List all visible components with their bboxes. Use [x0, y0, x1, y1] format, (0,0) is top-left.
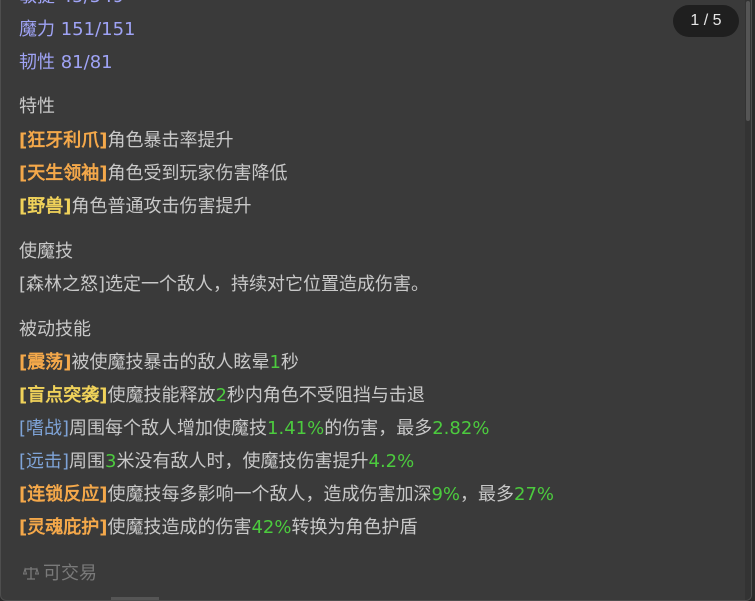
scrollbar-thumb[interactable] — [746, 1, 750, 121]
trait-tag: [狂牙利爪] — [19, 130, 108, 151]
page-counter-badge: 1 / 5 — [673, 5, 739, 37]
passive-value: 9% — [431, 484, 461, 505]
passive-row: [震荡]被使魔技暴击的敌人眩晕1秒 — [19, 352, 299, 376]
trait-tag: [天生领袖] — [19, 163, 108, 184]
passive-text: 使魔技每多影响一个敌人，造成伤害加深 — [107, 484, 432, 505]
passive-value: 42% — [251, 517, 292, 538]
passive-text: 米没有敌人时，使魔技伤害提升 — [116, 451, 369, 472]
passive-tag: [连锁反应] — [19, 484, 108, 505]
passive-text: 周围 — [69, 451, 106, 472]
scrollbar-track[interactable] — [745, 0, 751, 600]
passive-text: ，最多 — [460, 484, 515, 505]
passive-text: 秒 — [280, 352, 299, 373]
passive-value: 4.2% — [368, 451, 415, 472]
bottom-indicator — [111, 597, 159, 600]
scale-icon — [23, 567, 39, 580]
passive-text: 使魔技造成的伤害 — [107, 517, 252, 538]
passive-row: [远击]周围3米没有敌人时，使魔技伤害提升4.2% — [19, 451, 414, 475]
passive-value: 3 — [105, 451, 117, 472]
passive-text: 被使魔技暴击的敌人眩晕 — [71, 352, 270, 373]
passive-value: 1 — [269, 352, 281, 373]
passive-tag: [震荡] — [19, 352, 72, 373]
traits-heading: 特性 — [19, 96, 55, 117]
passive-text: 周围每个敌人增加使魔技 — [69, 418, 268, 439]
stat-mana: 魔力 151/151 — [19, 19, 136, 40]
passive-value: 1.41% — [267, 418, 325, 439]
passive-text: 转换为角色护盾 — [291, 517, 418, 538]
stat-toughness: 韧性 81/81 — [19, 52, 113, 73]
passive-text: 的伤害，最多 — [324, 418, 433, 439]
skill-row: [森林之怒]选定一个敌人，持续对它位置造成伤害。 — [19, 274, 429, 298]
trait-row: [天生领袖]角色受到玩家伤害降低 — [19, 163, 287, 187]
passive-text: 秒内角色不受阻挡与击退 — [226, 385, 425, 406]
passive-value: 2 — [215, 385, 227, 406]
skill-tag: [森林之怒] — [19, 274, 106, 295]
trait-row: [狂牙利爪]角色暴击率提升 — [19, 130, 233, 154]
trait-desc: 角色暴击率提升 — [107, 130, 234, 151]
skill-heading: 使魔技 — [19, 241, 73, 262]
trait-tag: [野兽] — [19, 196, 72, 217]
passive-tag: [远击] — [19, 451, 70, 472]
trait-desc: 角色受到玩家伤害降低 — [107, 163, 288, 184]
tradeable-label: 可交易 — [23, 563, 97, 587]
passive-tag: [灵魂庇护] — [19, 517, 108, 538]
passive-row: [盲点突袭]使魔技能释放2秒内角色不受阻挡与击退 — [19, 385, 425, 409]
stat-agility: 敏捷 45/549 — [19, 0, 124, 10]
passive-row: [连锁反应]使魔技每多影响一个敌人，造成伤害加深9%，最多27% — [19, 484, 554, 508]
passive-heading: 被动技能 — [19, 319, 91, 340]
tradeable-text: 可交易 — [43, 563, 97, 584]
passive-value: 27% — [514, 484, 555, 505]
passive-tag: [盲点突袭] — [19, 385, 108, 406]
passive-row: [嗜战]周围每个敌人增加使魔技1.41%的伤害，最多2.82% — [19, 418, 489, 442]
item-tooltip-panel: 1 / 5 敏捷 45/549 魔力 151/151 韧性 81/81 特性 [… — [0, 0, 752, 601]
passive-value: 2.82% — [432, 418, 490, 439]
trait-row: [野兽]角色普通攻击伤害提升 — [19, 196, 251, 220]
passive-row: [灵魂庇护]使魔技造成的伤害42%转换为角色护盾 — [19, 517, 417, 541]
trait-desc: 角色普通攻击伤害提升 — [71, 196, 252, 217]
passive-text: 使魔技能释放 — [107, 385, 216, 406]
passive-tag: [嗜战] — [19, 418, 70, 439]
skill-desc: 选定一个敌人，持续对它位置造成伤害。 — [105, 274, 430, 295]
